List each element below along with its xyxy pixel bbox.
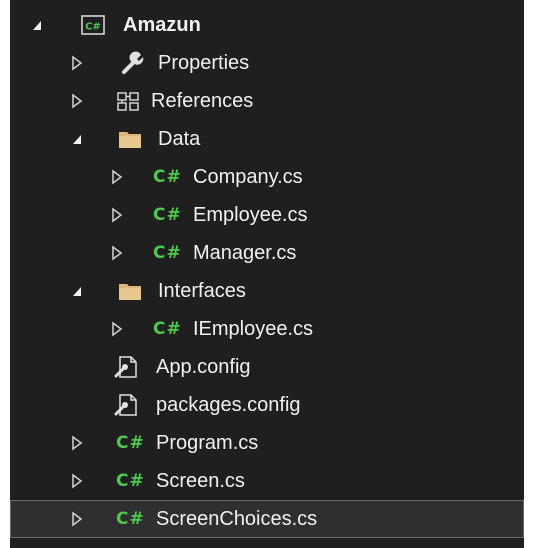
expanded-arrow-icon[interactable] — [70, 283, 84, 299]
collapsed-arrow-icon[interactable] — [70, 511, 84, 527]
csharp-file-icon: C# — [116, 471, 145, 491]
tree-item-project-amazun[interactable]: C# Amazun — [10, 6, 524, 44]
collapsed-arrow-icon[interactable] — [70, 93, 84, 109]
tree-item-label: References — [151, 90, 254, 112]
tree-item-file-manager[interactable]: C# Manager.cs — [10, 234, 524, 272]
csharp-project-icon: C# — [81, 15, 105, 35]
tree-item-file-employee[interactable]: C# Employee.cs — [10, 196, 524, 234]
config-file-icon — [114, 394, 137, 416]
collapsed-arrow-icon[interactable] — [110, 169, 124, 185]
tree-item-file-screen[interactable]: C# Screen.cs — [10, 462, 524, 500]
expanded-arrow-icon[interactable] — [30, 17, 44, 33]
tree-item-label: App.config — [156, 356, 251, 378]
folder-icon — [119, 284, 141, 300]
tree-item-file-company[interactable]: C# Company.cs — [10, 158, 524, 196]
tree-item-label: Data — [158, 128, 201, 150]
tree-item-folder-data[interactable]: Data — [10, 120, 524, 158]
svg-text:C#: C# — [85, 22, 101, 33]
tree-item-label: Screen.cs — [156, 470, 245, 492]
references-icon — [117, 92, 139, 111]
folder-icon — [119, 132, 141, 148]
tree-item-file-screen-choices[interactable]: C# ScreenChoices.cs — [10, 500, 524, 538]
tree-item-references[interactable]: References — [10, 82, 524, 120]
tree-item-label: Interfaces — [158, 280, 246, 302]
csharp-file-icon: C# — [116, 433, 145, 453]
solution-explorer-tree: C# Amazun Properties References Data C# … — [10, 0, 524, 548]
tree-item-label: Manager.cs — [193, 242, 297, 264]
wrench-icon — [122, 51, 144, 74]
tree-item-file-app-config[interactable]: App.config — [10, 348, 524, 386]
tree-item-properties[interactable]: Properties — [10, 44, 524, 82]
tree-item-file-program[interactable]: C# Program.cs — [10, 424, 524, 462]
tree-item-file-packages-config[interactable]: packages.config — [10, 386, 524, 424]
collapsed-arrow-icon[interactable] — [110, 245, 124, 261]
tree-item-folder-interfaces[interactable]: Interfaces — [10, 272, 524, 310]
collapsed-arrow-icon[interactable] — [110, 321, 124, 337]
csharp-file-icon: C# — [153, 205, 182, 225]
csharp-file-icon: C# — [153, 319, 182, 339]
csharp-file-icon: C# — [153, 167, 182, 187]
tree-item-file-iemployee[interactable]: C# IEmployee.cs — [10, 310, 524, 348]
collapsed-arrow-icon[interactable] — [70, 435, 84, 451]
tree-item-label: Properties — [158, 52, 250, 74]
tree-item-label: Employee.cs — [193, 204, 308, 226]
tree-item-label: packages.config — [156, 394, 301, 416]
tree-item-label: Company.cs — [193, 166, 303, 188]
csharp-file-icon: C# — [153, 243, 182, 263]
tree-item-label: Amazun — [123, 14, 201, 36]
collapsed-arrow-icon[interactable] — [70, 473, 84, 489]
tree-item-label: IEmployee.cs — [193, 318, 314, 340]
csharp-file-icon: C# — [116, 509, 145, 529]
tree-item-label: ScreenChoices.cs — [156, 508, 318, 530]
expanded-arrow-icon[interactable] — [70, 131, 84, 147]
tree-item-label: Program.cs — [156, 432, 259, 454]
collapsed-arrow-icon[interactable] — [110, 207, 124, 223]
config-file-icon — [114, 356, 137, 378]
collapsed-arrow-icon[interactable] — [70, 55, 84, 71]
